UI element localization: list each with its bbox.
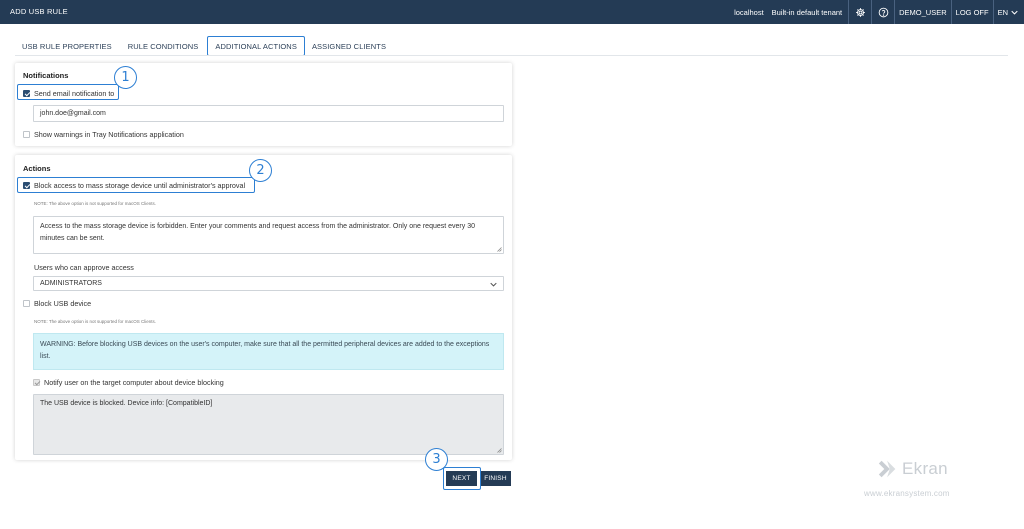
blocked-message-text: The USB device is blocked. Device info: …	[40, 400, 213, 407]
block-usb-label: Block USB device	[34, 299, 92, 308]
page-title: ADD USB RULE	[10, 7, 68, 16]
tray-warnings-label: Show warnings in Tray Notifications appl…	[34, 130, 184, 139]
warning-box: WARNING: Before blocking USB devices on …	[33, 333, 504, 370]
highlight-send-email	[17, 84, 119, 100]
ekran-url: www.ekransystem.com	[864, 489, 950, 498]
tab-usb-rule-properties[interactable]: USB RULE PROPERTIES	[15, 36, 119, 56]
actions-title: Actions	[23, 164, 51, 173]
access-message-text: Access to the mass storage device is for…	[40, 223, 475, 242]
notifications-title: Notifications	[23, 71, 69, 80]
tab-rule-conditions[interactable]: RULE CONDITIONS	[119, 36, 206, 56]
ekran-logo-icon	[878, 460, 896, 478]
callout-1: 1	[114, 66, 137, 89]
highlight-block-mass-storage	[17, 177, 255, 193]
ekran-logo-name: Ekran	[902, 459, 948, 478]
resize-handle-icon[interactable]	[496, 246, 502, 252]
tab-assigned-clients[interactable]: ASSIGNED CLIENTS	[305, 36, 393, 56]
tray-warnings-checkbox[interactable]	[23, 131, 30, 138]
server-name: localhost	[734, 7, 764, 17]
language-selector[interactable]: EN	[994, 0, 1024, 24]
user-menu[interactable]: DEMO_USER	[895, 0, 951, 24]
callout-2: 2	[249, 159, 272, 182]
macos-note-2: NOTE: The above option is not supported …	[34, 319, 156, 324]
tab-additional-actions[interactable]: ADDITIONAL ACTIONS	[207, 36, 305, 56]
tab-bar: USB RULE PROPERTIES RULE CONDITIONS ADDI…	[15, 36, 393, 56]
notifications-panel: Notifications Send email notification to…	[15, 63, 512, 146]
email-field[interactable]: john.doe@gmail.com	[33, 105, 504, 122]
settings-button[interactable]	[849, 0, 871, 24]
logoff-link[interactable]: LOG OFF	[952, 0, 993, 24]
chevron-down-icon	[1011, 10, 1018, 15]
blocked-message-textarea[interactable]: The USB device is blocked. Device info: …	[33, 394, 504, 455]
warning-text: WARNING: Before blocking USB devices on …	[40, 341, 490, 360]
callout-3: 3	[425, 448, 448, 471]
notify-user-label: Notify user on the target computer about…	[44, 378, 224, 387]
help-icon	[878, 7, 888, 17]
ekran-logo: Ekran	[877, 458, 948, 480]
approvers-value: ADMINISTRATORS	[40, 280, 102, 287]
top-bar: ADD USB RULE localhost Built-in default …	[0, 0, 1024, 24]
chevron-down-icon	[490, 282, 497, 287]
finish-button[interactable]: FINISH	[480, 471, 511, 486]
actions-panel: Actions Block access to mass storage dev…	[15, 155, 512, 460]
tenant-name: Built-in default tenant	[771, 7, 843, 17]
help-button[interactable]	[872, 0, 894, 24]
tab-underline	[15, 55, 1008, 56]
gear-icon	[855, 7, 865, 17]
approvers-select[interactable]: ADMINISTRATORS	[33, 276, 504, 291]
macos-note: NOTE: The above option is not supported …	[34, 201, 156, 206]
highlight-next	[443, 467, 481, 490]
resize-handle-icon[interactable]	[496, 447, 502, 453]
access-message-textarea[interactable]: Access to the mass storage device is for…	[33, 216, 504, 254]
language-label: EN	[997, 7, 1008, 17]
email-value: john.doe@gmail.com	[40, 110, 106, 117]
block-usb-checkbox[interactable]	[23, 300, 30, 307]
top-bar-right: localhost Built-in default tenant DEMO_U…	[730, 0, 1024, 24]
approvers-label: Users who can approve access	[34, 263, 134, 272]
notify-user-checkbox[interactable]	[33, 379, 40, 386]
